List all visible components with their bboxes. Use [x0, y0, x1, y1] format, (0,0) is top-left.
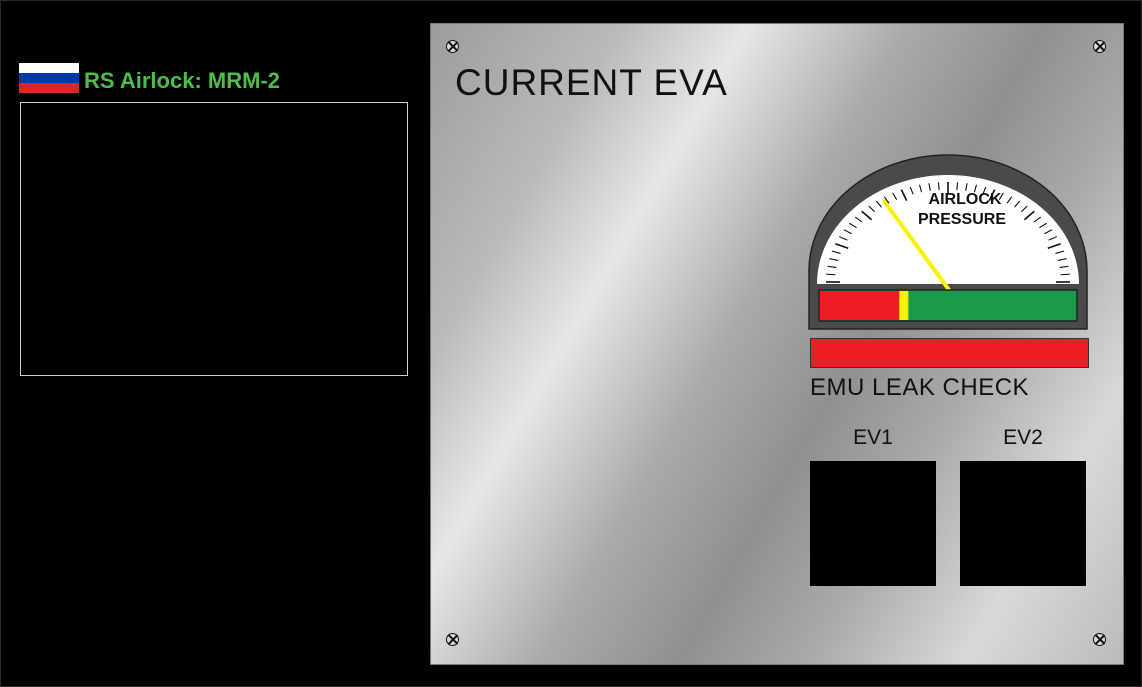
ev2-label: EV2: [1003, 426, 1043, 449]
gauge-label-line2: PRESSURE: [918, 211, 1006, 228]
flag-stripe-white: [19, 63, 79, 73]
airlock-pressure-gauge: AIRLOCK PRESSURE: [808, 154, 1088, 330]
gauge-band-red: [820, 291, 900, 320]
flag-stripe-blue: [19, 73, 79, 83]
screw-icon: [446, 633, 459, 646]
screw-icon: [446, 40, 459, 53]
gauge-tick: [1060, 273, 1070, 276]
flag-stripe-red: [19, 83, 79, 93]
ev2-status-box[interactable]: [960, 461, 1086, 586]
airlock-title: RS Airlock: MRM-2: [84, 68, 280, 93]
ev1-label: EV1: [853, 426, 893, 449]
screw-icon: [1093, 40, 1106, 53]
gauge-tick: [937, 182, 940, 190]
ev1-status-box[interactable]: [810, 461, 936, 586]
screw-icon: [1093, 633, 1106, 646]
panel-title: CURRENT EVA: [455, 62, 728, 103]
russia-flag-icon: [19, 63, 79, 93]
leak-check-status-bar: [810, 338, 1089, 368]
gauge-tick: [956, 182, 959, 190]
gauge-label-line1: AIRLOCK: [929, 191, 1002, 208]
leak-check-label: EMU LEAK CHECK: [810, 374, 1030, 401]
gauge-tick: [826, 273, 836, 276]
airlock-video-feed[interactable]: [20, 102, 408, 376]
eva-panel: CURRENT EVA AIRLOCK PRESSURE EMU LEAK CH…: [430, 23, 1124, 665]
gauge-band-yellow: [899, 291, 909, 320]
